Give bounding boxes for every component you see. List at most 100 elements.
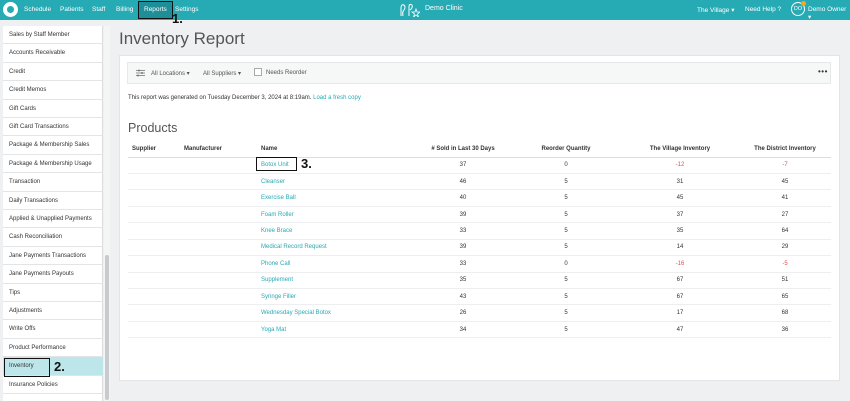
- cell-manufacturer: [180, 304, 257, 322]
- cell-sold: 43: [415, 288, 511, 306]
- sidebar-item-tips[interactable]: Tips: [3, 284, 103, 302]
- col-header-sold-30-days[interactable]: # Sold in Last 30 Days: [415, 141, 511, 158]
- locations-dropdown[interactable]: All Locations ▾: [151, 70, 190, 77]
- cell-reorder: 5: [511, 173, 621, 191]
- col-header-reorder-quantity[interactable]: Reorder Quantity: [511, 141, 621, 158]
- cell-name[interactable]: Supplement: [257, 272, 415, 290]
- user-menu[interactable]: Demo Owner ▾: [808, 6, 850, 21]
- nav-patients[interactable]: Patients: [60, 6, 84, 13]
- sidebar-item-insurance-policies[interactable]: Insurance Policies: [3, 376, 103, 394]
- cell-district: 68: [739, 304, 831, 322]
- sidebar-item-package-membership-usage[interactable]: Package & Membership Usage: [3, 155, 103, 174]
- needs-reorder-checkbox[interactable]: [254, 68, 262, 76]
- sidebar-item-sales-by-staff[interactable]: Sales by Staff Member: [3, 26, 103, 45]
- cell-district: 64: [739, 222, 831, 240]
- col-header-village-inventory[interactable]: The Village Inventory: [621, 141, 739, 158]
- table-row: Cleanser 46 5 31 45: [128, 173, 831, 191]
- cell-sold: 37: [415, 157, 511, 174]
- cell-manufacturer: [180, 239, 257, 257]
- cell-village: 17: [621, 304, 739, 322]
- cell-name[interactable]: Wednesday Special Botox: [257, 304, 415, 322]
- sidebar-item-cash-reconciliation[interactable]: Cash Reconciliation: [3, 228, 103, 247]
- callout-1: 1.: [172, 11, 183, 26]
- filter-bar: All Locations ▾ All Suppliers ▾ Needs Re…: [127, 62, 831, 84]
- cell-village: 67: [621, 272, 739, 290]
- sidebar-item-adjustments[interactable]: Adjustments: [3, 302, 103, 321]
- sidebar-item-gift-cards[interactable]: Gift Cards: [3, 100, 103, 118]
- botox-unit-highlight-box: [256, 157, 297, 171]
- cell-reorder: 5: [511, 222, 621, 240]
- filter-sliders-icon[interactable]: [136, 69, 145, 77]
- cell-name[interactable]: Knee Brace: [257, 222, 415, 240]
- report-generated-notice: This report was generated on Tuesday Dec…: [128, 95, 361, 101]
- cell-village: 37: [621, 206, 739, 224]
- sidebar-scrollbar-thumb[interactable]: [105, 255, 109, 400]
- jane-logo-icon[interactable]: [3, 2, 18, 17]
- cell-supplier: [128, 255, 180, 273]
- cell-village: 35: [621, 222, 739, 240]
- cell-reorder: 5: [511, 321, 621, 339]
- cell-name[interactable]: Cleanser: [257, 173, 415, 191]
- cell-village: -12: [621, 157, 739, 174]
- col-header-supplier[interactable]: Supplier: [128, 141, 180, 158]
- cell-supplier: [128, 272, 180, 290]
- sidebar-item-product-performance[interactable]: Product Performance: [3, 339, 103, 358]
- sidebar-item-transaction[interactable]: Transaction: [3, 173, 103, 192]
- cell-reorder: 5: [511, 189, 621, 207]
- cell-village: 45: [621, 189, 739, 207]
- sidebar-item-jane-payments-payouts[interactable]: Jane Payments Payouts: [3, 265, 103, 284]
- cell-sold: 39: [415, 206, 511, 224]
- table-row: Medical Record Request 39 5 14 29: [128, 239, 831, 257]
- nav-staff[interactable]: Staff: [92, 6, 105, 13]
- cell-district: 65: [739, 288, 831, 306]
- cell-name[interactable]: Phone Call: [257, 255, 415, 273]
- cell-name[interactable]: Syringe Filler: [257, 288, 415, 306]
- nav-schedule[interactable]: Schedule: [24, 6, 51, 13]
- col-header-district-inventory[interactable]: The District Inventory: [739, 141, 831, 158]
- cell-district: -5: [739, 255, 831, 273]
- cell-name[interactable]: Foam Roller: [257, 206, 415, 224]
- table-row: Foam Roller 39 5 37 27: [128, 206, 831, 224]
- more-options-icon[interactable]: •••: [818, 67, 828, 76]
- cell-supplier: [128, 173, 180, 191]
- cell-supplier: [128, 239, 180, 257]
- cell-manufacturer: [180, 189, 257, 207]
- sidebar-item-package-membership-sales[interactable]: Package & Membership Sales: [3, 136, 103, 155]
- cell-supplier: [128, 222, 180, 240]
- sidebar-item-credit[interactable]: Credit: [3, 63, 103, 82]
- sidebar-item-applied-unapplied-payments[interactable]: Applied & Unapplied Payments: [3, 210, 103, 229]
- table-row: Exercise Ball 40 5 45 41: [128, 189, 831, 207]
- cell-supplier: [128, 157, 180, 174]
- inventory-table: Supplier Manufacturer Name # Sold in Las…: [128, 141, 831, 339]
- sidebar-item-gift-card-transactions[interactable]: Gift Card Transactions: [3, 118, 103, 137]
- cell-district: -7: [739, 157, 831, 174]
- cell-reorder: 5: [511, 304, 621, 322]
- callout-3: 3.: [301, 156, 312, 171]
- clinic-name: Demo Clinic: [425, 5, 463, 12]
- cell-manufacturer: [180, 222, 257, 240]
- cell-name[interactable]: Yoga Mat: [257, 321, 415, 339]
- sidebar-item-daily-transactions[interactable]: Daily Transactions: [3, 192, 103, 210]
- cell-sold: 26: [415, 304, 511, 322]
- cell-supplier: [128, 288, 180, 306]
- cell-sold: 39: [415, 239, 511, 257]
- nav-reports[interactable]: Reports: [138, 1, 173, 19]
- suppliers-dropdown[interactable]: All Suppliers ▾: [203, 70, 241, 77]
- cell-village: 14: [621, 239, 739, 257]
- cell-name[interactable]: Medical Record Request: [257, 239, 415, 257]
- sidebar-item-credit-memos[interactable]: Credit Memos: [3, 81, 103, 100]
- cell-manufacturer: [180, 206, 257, 224]
- cell-village: 47: [621, 321, 739, 339]
- sidebar-item-write-offs[interactable]: Write Offs: [3, 320, 103, 339]
- cell-name[interactable]: Exercise Ball: [257, 189, 415, 207]
- nav-billing[interactable]: Billing: [116, 6, 133, 13]
- sidebar-item-jane-payments-transactions[interactable]: Jane Payments Transactions: [3, 247, 103, 266]
- col-header-name[interactable]: Name: [257, 141, 415, 158]
- needs-reorder-label: Needs Reorder: [266, 70, 307, 76]
- load-fresh-copy-link[interactable]: Load a fresh copy: [313, 95, 361, 101]
- need-help-link[interactable]: Need Help ?: [745, 6, 781, 13]
- sidebar-item-accounts-receivable[interactable]: Accounts Receivable: [3, 44, 103, 63]
- location-dropdown[interactable]: The Village ▾: [697, 6, 734, 14]
- col-header-manufacturer[interactable]: Manufacturer: [180, 141, 257, 158]
- cell-supplier: [128, 189, 180, 207]
